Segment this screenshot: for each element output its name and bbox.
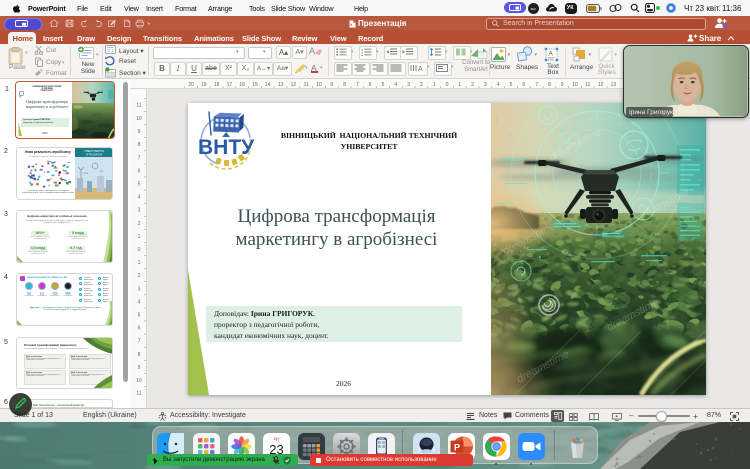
svg-text:2: 2	[138, 221, 141, 227]
svg-text:11: 11	[136, 103, 141, 109]
svg-text:2: 2	[420, 82, 423, 88]
svg-text:7: 7	[138, 339, 141, 345]
svg-text:P: P	[453, 442, 459, 452]
svg-text:5: 5	[138, 182, 141, 188]
svg-text:19: 19	[201, 82, 207, 88]
svg-text:17: 17	[227, 82, 233, 88]
svg-text:3: 3	[138, 208, 141, 214]
svg-text:12: 12	[291, 82, 297, 88]
svg-text:• 8%: • 8%	[99, 171, 103, 173]
svg-text:10: 10	[572, 82, 578, 88]
svg-text:12: 12	[598, 82, 604, 88]
svg-text:1: 1	[433, 82, 436, 88]
svg-text:5: 5	[510, 82, 513, 88]
svg-text:7: 7	[356, 82, 359, 88]
svg-text:7: 7	[535, 82, 538, 88]
svg-text:A: A	[418, 66, 423, 72]
svg-text:2: 2	[138, 273, 141, 279]
svg-text:A: A	[549, 50, 554, 57]
svg-text:3: 3	[484, 82, 487, 88]
svg-text:8: 8	[343, 82, 346, 88]
svg-text:14: 14	[265, 82, 271, 88]
svg-text:4: 4	[138, 195, 141, 201]
svg-text:6: 6	[138, 326, 141, 332]
svg-text:1: 1	[138, 260, 141, 266]
svg-text:1: 1	[458, 82, 461, 88]
svg-text:7: 7	[138, 155, 141, 161]
svg-text:8: 8	[138, 352, 141, 358]
svg-text:16: 16	[239, 82, 245, 88]
svg-text:6: 6	[522, 82, 525, 88]
svg-text:6: 6	[138, 168, 141, 174]
svg-text:10: 10	[136, 378, 142, 384]
svg-text:4: 4	[497, 82, 500, 88]
svg-text:13: 13	[611, 82, 617, 88]
svg-text:9: 9	[561, 82, 564, 88]
svg-text:10: 10	[136, 116, 142, 122]
svg-text:8: 8	[548, 82, 551, 88]
svg-text:1: 1	[138, 234, 141, 240]
svg-text:4: 4	[138, 299, 141, 305]
svg-text:4: 4	[394, 82, 397, 88]
svg-text:11: 11	[585, 82, 590, 88]
svg-text:18: 18	[214, 82, 220, 88]
svg-text:9: 9	[138, 129, 141, 135]
svg-text:3: 3	[407, 82, 410, 88]
svg-text:6: 6	[369, 82, 372, 88]
svg-text:5: 5	[382, 82, 385, 88]
svg-text:8: 8	[138, 142, 141, 148]
svg-text:11: 11	[304, 82, 309, 88]
svg-text:10: 10	[316, 82, 322, 88]
svg-text:13: 13	[278, 82, 284, 88]
svg-text:• 12%: • 12%	[83, 173, 88, 175]
svg-text:5: 5	[138, 313, 141, 319]
svg-text:0: 0	[446, 82, 449, 88]
svg-text:АГРОСЕКТОР: АГРОСЕКТОР	[86, 154, 103, 157]
svg-text:9: 9	[138, 365, 141, 371]
svg-text:9: 9	[330, 82, 333, 88]
svg-text:3: 3	[138, 286, 141, 292]
svg-text:11: 11	[136, 391, 141, 397]
svg-text:ВНТУ: ВНТУ	[198, 136, 255, 159]
svg-text:2: 2	[471, 82, 474, 88]
svg-text:15: 15	[252, 82, 258, 88]
svg-text:0: 0	[138, 247, 141, 253]
svg-text:20: 20	[188, 82, 194, 88]
